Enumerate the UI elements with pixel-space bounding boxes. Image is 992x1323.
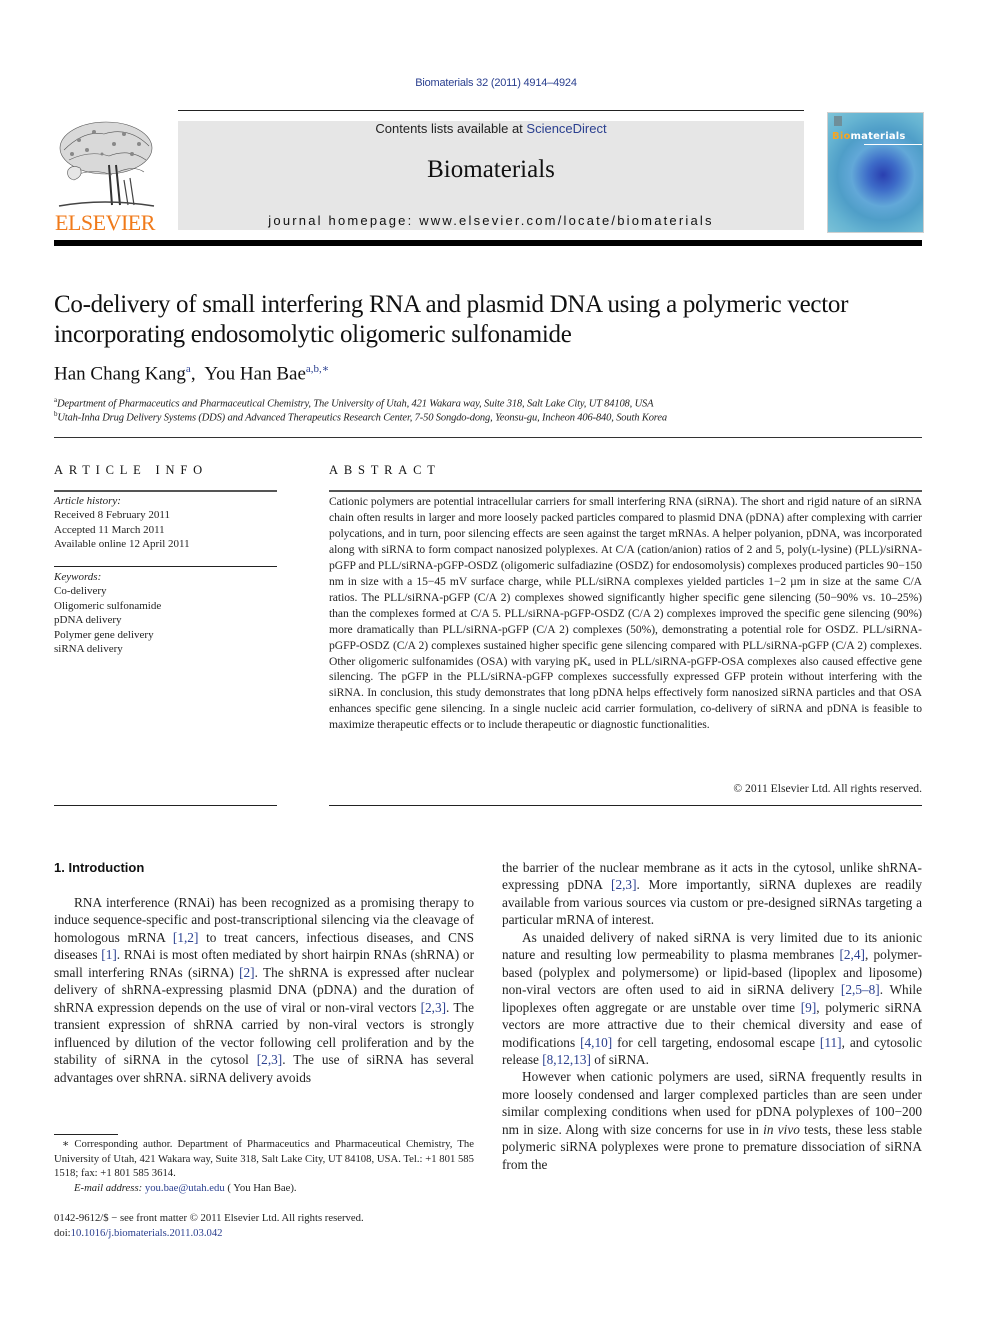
journal-homepage[interactable]: journal homepage: www.elsevier.com/locat… bbox=[178, 213, 804, 228]
author-affiliation-marker[interactable]: a bbox=[186, 363, 191, 375]
affiliation-a: aDepartment of Pharmaceutics and Pharmac… bbox=[54, 396, 654, 410]
reference-link[interactable]: [8,12,13] bbox=[542, 1052, 591, 1067]
body-text: for cell targeting, endosomal escape bbox=[612, 1034, 820, 1050]
keywords-label: Keywords: bbox=[54, 571, 102, 583]
cover-title-rule bbox=[864, 144, 922, 145]
contents-available-line: Contents lists available at ScienceDirec… bbox=[178, 121, 804, 136]
history-received: Received 8 February 2011 bbox=[54, 509, 170, 522]
reference-link[interactable]: [4,10] bbox=[580, 1035, 612, 1050]
reference-link[interactable]: [11] bbox=[820, 1035, 842, 1050]
footnote-rule bbox=[54, 1134, 118, 1135]
contents-prefix: Contents lists available at bbox=[375, 121, 527, 136]
abstract-text: Cationic polymers are potential intracel… bbox=[329, 495, 922, 732]
keywords-rule bbox=[54, 566, 277, 567]
cover-logo-icon bbox=[834, 116, 842, 126]
abstract-rule bbox=[329, 490, 922, 492]
abstract-heading: ABSTRACT bbox=[329, 463, 441, 477]
intro-paragraph: the barrier of the nuclear membrane as i… bbox=[502, 859, 922, 929]
article-history-label: Article history: bbox=[54, 495, 121, 507]
keyword: Polymer gene delivery bbox=[54, 628, 154, 641]
doi-link[interactable]: 10.1016/j.biomaterials.2011.03.042 bbox=[71, 1227, 223, 1239]
article-info-bottom-rule bbox=[54, 805, 277, 806]
keyword: Co-delivery bbox=[54, 585, 107, 598]
author-affiliation-marker[interactable]: a,b,∗ bbox=[306, 363, 329, 375]
journal-header-band: Contents lists available at ScienceDirec… bbox=[178, 121, 804, 230]
corresponding-author-footnote: ∗ Corresponding author. Department of Ph… bbox=[54, 1137, 474, 1196]
italic-text: in vivo bbox=[763, 1121, 800, 1137]
section-heading-introduction: 1. Introduction bbox=[54, 860, 145, 875]
article-title: Co-delivery of small interfering RNA and… bbox=[54, 291, 849, 348]
email-line: E-mail address: you.bae@utah.edu ( You H… bbox=[74, 1182, 297, 1195]
title-divider bbox=[54, 437, 922, 438]
keyword: pDNA delivery bbox=[54, 614, 122, 627]
cover-title: Biomaterials bbox=[832, 131, 906, 142]
sciencedirect-link[interactable]: ScienceDirect bbox=[526, 121, 606, 136]
elsevier-logo[interactable]: ELSEVIER bbox=[54, 120, 156, 235]
article-info-rule bbox=[54, 490, 277, 492]
reference-link[interactable]: [2,5–8] bbox=[841, 982, 880, 997]
keyword: siRNA delivery bbox=[54, 643, 123, 656]
reference-link[interactable]: [2,3] bbox=[421, 1000, 446, 1015]
intro-paragraph: RNA interference (RNAi) has been recogni… bbox=[54, 894, 474, 1086]
intro-paragraph: As unaided delivery of naked siRNA is ve… bbox=[502, 929, 922, 1069]
reference-link[interactable]: [2,3] bbox=[257, 1052, 282, 1067]
article-history: Article history: Received 8 February 201… bbox=[54, 494, 277, 552]
author-name[interactable]: You Han Bae bbox=[204, 363, 306, 384]
journal-cover-thumbnail[interactable]: Biomaterials bbox=[827, 112, 924, 233]
doi-line: doi:10.1016/j.biomaterials.2011.03.042 bbox=[54, 1227, 223, 1239]
corresponding-author-text: ∗ Corresponding author. Department of Ph… bbox=[54, 1138, 474, 1180]
email-link[interactable]: you.bae@utah.edu bbox=[145, 1182, 225, 1194]
abstract-copyright: © 2011 Elsevier Ltd. All rights reserved… bbox=[733, 782, 922, 795]
intro-paragraph: However when cationic polymers are used,… bbox=[502, 1068, 922, 1173]
issn-copyright: 0142-9612/$ − see front matter © 2011 El… bbox=[54, 1212, 364, 1224]
affiliation-b: bUtah-Inha Drug Delivery Systems (DDS) a… bbox=[54, 410, 667, 424]
keywords-list: Keywords: Co-delivery Oligomeric sulfona… bbox=[54, 570, 277, 656]
history-accepted: Accepted 11 March 2011 bbox=[54, 523, 165, 536]
body-text: of siRNA. bbox=[590, 1051, 649, 1067]
journal-name: Biomaterials bbox=[427, 156, 555, 183]
journal-citation[interactable]: Biomaterials 32 (2011) 4914–4924 bbox=[0, 77, 992, 89]
author-name[interactable]: Han Chang Kang bbox=[54, 363, 186, 384]
article-info-heading: ARTICLE INFO bbox=[54, 463, 208, 477]
reference-link[interactable]: [2] bbox=[239, 965, 255, 980]
history-online: Available online 12 April 2011 bbox=[54, 538, 190, 551]
reference-link[interactable]: [1,2] bbox=[173, 930, 198, 945]
front-matter: 0142-9612/$ − see front matter © 2011 El… bbox=[54, 1211, 474, 1241]
reference-link[interactable]: [9] bbox=[801, 1000, 817, 1015]
abstract-bottom-rule bbox=[329, 805, 922, 806]
publisher-name: ELSEVIER bbox=[55, 210, 155, 235]
elsevier-tree-icon bbox=[54, 120, 156, 210]
keyword: Oligomeric sulfonamide bbox=[54, 599, 162, 612]
body-column-right: the barrier of the nuclear membrane as i… bbox=[502, 859, 922, 1173]
masthead-divider bbox=[54, 240, 922, 246]
reference-link[interactable]: [1] bbox=[101, 947, 117, 962]
author-list: Han Chang Kanga, You Han Baea,b,∗ bbox=[54, 363, 330, 385]
reference-link[interactable]: [2,4] bbox=[839, 947, 864, 962]
body-column-left: RNA interference (RNAi) has been recogni… bbox=[54, 894, 474, 1086]
reference-link[interactable]: [2,3] bbox=[611, 877, 636, 892]
header-top-rule bbox=[178, 110, 804, 111]
